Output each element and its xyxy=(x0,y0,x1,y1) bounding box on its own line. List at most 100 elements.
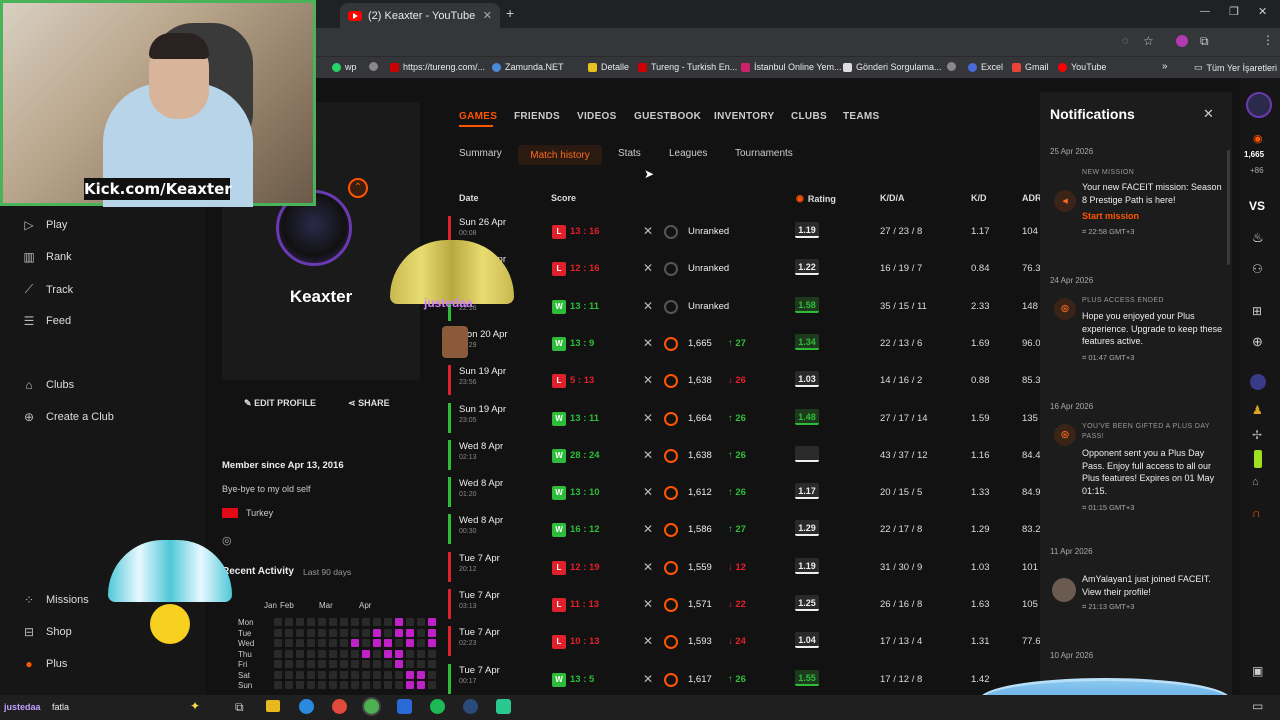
bookmark-excel[interactable]: Excel xyxy=(968,62,1003,72)
subtab-tournaments[interactable]: Tournaments xyxy=(735,148,793,159)
notification-center-icon[interactable]: ▭ xyxy=(1252,699,1263,713)
rating-badge: 1.58 xyxy=(795,296,819,313)
subtab-summary[interactable]: Summary xyxy=(459,148,502,159)
bookmark-gmail[interactable]: Gmail xyxy=(1012,62,1049,72)
result-badge: L xyxy=(552,598,566,612)
bookmark-wp[interactable]: wp xyxy=(332,62,357,72)
bookmark-youtube[interactable]: YouTube xyxy=(1058,62,1106,72)
add-icon[interactable]: ⊕ xyxy=(1252,334,1263,350)
extension-icon[interactable] xyxy=(1176,35,1188,47)
club-icon[interactable] xyxy=(1250,374,1266,390)
nav-shop[interactable]: ⊟ Shop xyxy=(22,625,72,639)
tab-close-icon[interactable]: ✕ xyxy=(483,9,492,22)
nav-create-club[interactable]: ⊕ Create a Club xyxy=(22,410,114,424)
tab-games[interactable]: GAMES xyxy=(459,111,497,122)
steam-icon[interactable]: ◎ xyxy=(222,534,232,547)
minimize-icon[interactable]: — xyxy=(1200,6,1210,17)
tab-inventory[interactable]: INVENTORY xyxy=(714,111,775,122)
bookmarks-overflow-icon[interactable]: » xyxy=(1162,61,1168,72)
table-row[interactable]: Wed 8 Apr 02:13 W 28 : 24 ✕ 1,638 ↑ 26 43 / 37 … xyxy=(448,437,1041,471)
energy-icon[interactable] xyxy=(1254,450,1262,468)
window-close-icon[interactable]: ✕ xyxy=(1258,5,1267,18)
chat-icon[interactable]: ▣ xyxy=(1252,664,1263,678)
party-icon[interactable]: ⊞ xyxy=(1252,304,1262,318)
headset-icon[interactable]: ∩ xyxy=(1252,506,1261,520)
maximize-icon[interactable]: ❐ xyxy=(1229,5,1239,18)
match-time: 00:30 xyxy=(459,528,477,536)
bookmark-all[interactable]: ▭ Tüm Yer İşaretleri xyxy=(1194,62,1277,73)
file-explorer-icon[interactable] xyxy=(266,700,280,712)
nav-track[interactable]: ⟋ Track xyxy=(22,282,73,297)
col-kda[interactable]: K/D/A xyxy=(880,193,905,203)
nav-clubs[interactable]: ⌂ Clubs xyxy=(22,378,74,392)
nav-missions[interactable]: ⁘ Missions xyxy=(22,593,89,607)
new-tab-icon[interactable]: + xyxy=(506,5,514,21)
chest-icon[interactable]: ⌂ xyxy=(1252,476,1259,488)
bookmark-detalle[interactable]: Detalle xyxy=(588,62,629,72)
table-row[interactable]: Tue 7 Apr 03:13 L 11 : 13 ✕ 1,571 ↓ 22 1.25 26 /… xyxy=(448,586,1040,620)
nav-feed[interactable]: ☰ Feed xyxy=(22,314,71,328)
menu-icon[interactable]: ⋮ xyxy=(1262,33,1274,47)
eye-off-icon[interactable]: ◌ xyxy=(1122,35,1129,47)
spotify-icon[interactable] xyxy=(430,699,445,714)
tab-teams[interactable]: TEAMS xyxy=(843,111,880,122)
steam-icon[interactable] xyxy=(463,699,478,714)
user-avatar-small[interactable] xyxy=(1246,92,1272,118)
browser-tab[interactable]: (2) Keaxter - YouTube ✕ xyxy=(340,3,500,28)
opera-icon[interactable] xyxy=(332,699,347,714)
col-adr[interactable]: ADR xyxy=(1022,193,1042,203)
tab-guestbook[interactable]: GUESTBOOK xyxy=(634,111,701,122)
bookmark-excel-globe[interactable] xyxy=(947,62,956,71)
chrome-icon[interactable] xyxy=(364,699,379,714)
nav-rank[interactable]: ▥ Rank xyxy=(22,250,71,264)
heatmap-cell xyxy=(340,670,348,679)
share-button[interactable]: ⋖ SHARE xyxy=(348,398,390,409)
vs-button[interactable]: VS xyxy=(1249,199,1265,213)
friends-icon[interactable]: ⚇ xyxy=(1252,262,1263,276)
task-view-icon[interactable]: ⧉ xyxy=(235,700,244,715)
start-mission-link[interactable]: Start mission xyxy=(1082,211,1139,221)
table-row[interactable]: Sun 26 AprL12 : 16✕Unranked1.2216 / 19 /… xyxy=(448,250,1041,284)
app-icon[interactable] xyxy=(496,699,511,714)
star-icon[interactable]: ☆ xyxy=(1143,34,1154,48)
col-score[interactable]: Score xyxy=(551,193,576,203)
table-row[interactable]: Wed 8 Apr 00:30 W 16 : 12 ✕ 1,586 ↑ 27 1.29 22 /… xyxy=(448,511,1041,545)
col-kd[interactable]: K/D xyxy=(971,193,987,203)
table-row[interactable]: Sun 25 Apr22:16W13 : 11✕Unranked1.5835 /… xyxy=(448,288,1040,322)
app-icon[interactable] xyxy=(397,699,412,714)
col-date[interactable]: Date xyxy=(459,193,479,203)
bell-icon[interactable]: ♨ xyxy=(1252,230,1264,246)
tab-friends[interactable]: FRIENDS xyxy=(514,111,560,122)
table-row[interactable]: Wed 8 Apr 01:20 W 13 : 10 ✕ 1,612 ↑ 26 1.17 20 /… xyxy=(448,474,1041,508)
col-rating[interactable]: ◉ Rating xyxy=(796,193,836,204)
bookmark-zamunda[interactable]: Zamunda.NET xyxy=(492,62,564,72)
nav-play[interactable]: ▷ Play xyxy=(22,218,67,232)
parachute-username: justedaa xyxy=(424,296,473,310)
subtab-match-history[interactable]: Match history xyxy=(518,145,602,165)
nav-plus[interactable]: ● Plus xyxy=(22,657,67,671)
bookmark-tureng[interactable]: https://tureng.com/... xyxy=(390,62,485,72)
edge-icon[interactable] xyxy=(299,699,314,714)
table-row[interactable]: Mon 20 Apr00:29W13 : 9✕1,665↑ 271.3422 /… xyxy=(448,325,1041,359)
table-row[interactable]: Sun 19 Apr 23:05 W 13 : 11 ✕ 1,664 ↑ 26 1.48 27 … xyxy=(448,400,1040,434)
table-row[interactable]: Tue 7 Apr 00:17 W 13 : 5 ✕ 1,617 ↑ 26 1.55 17 / … xyxy=(448,661,1040,695)
subtab-stats[interactable]: Stats xyxy=(618,148,641,159)
edit-profile-button[interactable]: ✎ EDIT PROFILE xyxy=(244,398,316,409)
bookmark-globe[interactable] xyxy=(369,62,378,71)
weapon-icon[interactable]: ✢ xyxy=(1252,428,1262,442)
tab-clubs[interactable]: CLUBS xyxy=(791,111,827,122)
item-icon[interactable]: ♟ xyxy=(1252,403,1263,417)
table-row[interactable]: Tue 7 Apr 20:12 L 12 : 19 ✕ 1,559 ↓ 12 1.19 31 /… xyxy=(448,549,1040,583)
table-row[interactable]: Sun 19 Apr 23:56 L 5 : 13 ✕ 1,638 ↓ 26 1.03 14 /… xyxy=(448,362,1041,396)
table-row[interactable]: Sun 26 Apr 00:08 L 13 : 16 ✕ Unranked 1.19 27 /… xyxy=(448,213,1040,247)
subtab-leagues[interactable]: Leagues xyxy=(669,148,707,159)
user-avatar[interactable] xyxy=(1052,578,1076,602)
bookmark-istanbul[interactable]: İstanbul Online Yem... xyxy=(741,62,842,72)
table-row[interactable]: Tue 7 Apr 02:23 L 10 : 13 ✕ 1,593 ↓ 24 1.04 17 /… xyxy=(448,623,1041,657)
puzzle-icon[interactable]: ⧉ xyxy=(1200,34,1209,49)
close-icon[interactable]: ✕ xyxy=(1203,106,1214,122)
bookmark-gonderi[interactable]: Gönderi Sorgulama... xyxy=(843,62,942,72)
bookmark-tureng-turkish[interactable]: Tureng - Turkish En... xyxy=(638,62,737,72)
tab-videos[interactable]: VIDEOS xyxy=(577,111,617,122)
notifications-scrollbar[interactable] xyxy=(1227,150,1230,265)
